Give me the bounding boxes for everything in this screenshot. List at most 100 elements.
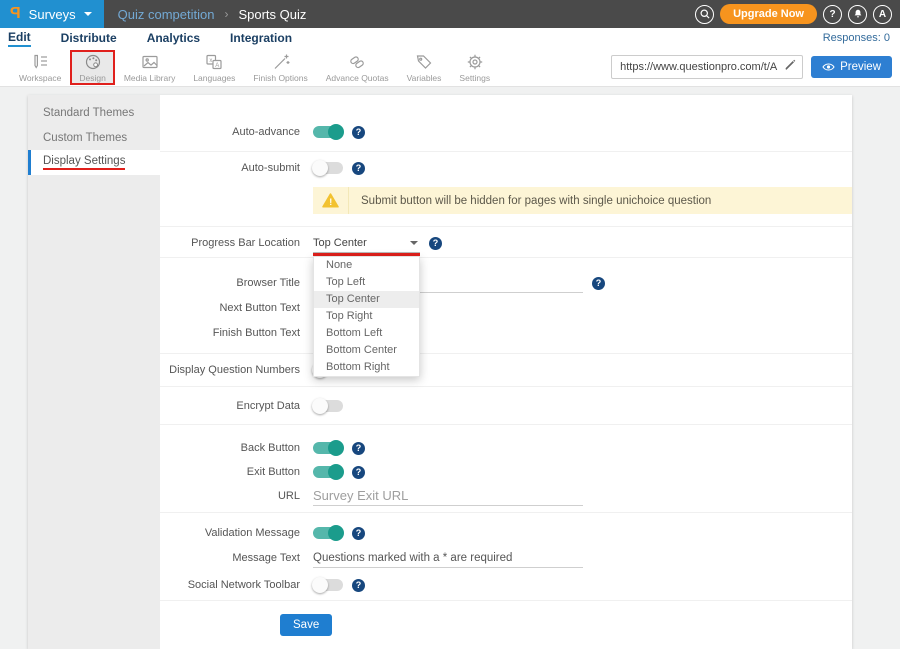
help-icon[interactable]: ? (592, 277, 605, 290)
help-icon[interactable]: ? (352, 527, 365, 540)
tab-integration[interactable]: Integration (230, 30, 292, 46)
responses-count[interactable]: Responses: 0 (823, 32, 890, 44)
dropdown-option-bottom-left[interactable]: Bottom Left (314, 325, 419, 342)
save-button[interactable]: Save (280, 614, 332, 636)
dropdown-option-top-right[interactable]: Top Right (314, 308, 419, 325)
toolbar-item-languages[interactable]: xA Languages (184, 51, 244, 84)
submit-hidden-warning: ! Submit button will be hidden for pages… (313, 187, 852, 214)
auto-submit-row: Auto-submit ? (160, 156, 852, 180)
design-settings-card: Standard Themes Custom Themes Display Se… (28, 95, 852, 649)
help-icon[interactable]: ? (429, 237, 442, 250)
divider (160, 512, 852, 513)
divider (160, 226, 852, 227)
toolbar-item-media-library[interactable]: Media Library (115, 51, 185, 84)
tag-icon (414, 52, 434, 72)
dropdown-option-top-center[interactable]: Top Center (314, 291, 419, 308)
bell-icon (852, 8, 864, 20)
toolbar-item-finish-options[interactable]: Finish Options (244, 51, 316, 84)
design-palette-icon (83, 52, 103, 72)
sidebar-item-standard-themes[interactable]: Standard Themes (28, 100, 160, 125)
toolbar-item-workspace[interactable]: Workspace (10, 51, 70, 84)
help-icon[interactable]: ? (352, 579, 365, 592)
divider (160, 386, 852, 387)
tab-distribute[interactable]: Distribute (61, 30, 117, 46)
progress-bar-location-select[interactable]: Top Center (313, 234, 420, 253)
help-icon[interactable]: ? (352, 162, 365, 175)
divider (160, 353, 852, 354)
breadcrumb-folder[interactable]: Quiz competition (118, 7, 215, 22)
toolbar-item-advance-quotas[interactable]: Advance Quotas (317, 51, 398, 84)
next-button-text-row: Next Button Text (160, 296, 852, 320)
help-icon[interactable]: ? (352, 466, 365, 479)
exit-button-toggle[interactable] (313, 466, 343, 478)
workspace-icon (30, 52, 50, 72)
dropdown-option-top-left[interactable]: Top Left (314, 274, 419, 291)
svg-text:!: ! (329, 197, 332, 207)
survey-nav: Edit Distribute Analytics Integration Re… (0, 28, 900, 48)
top-bar: P Surveys Quiz competition › Sports Quiz… (0, 0, 900, 28)
share-url-input[interactable] (620, 61, 778, 73)
breadcrumb-survey-name: Sports Quiz (238, 7, 306, 22)
edit-toolbar: Workspace Design Media Library xA Langua… (0, 48, 900, 87)
tab-analytics[interactable]: Analytics (147, 30, 200, 46)
surveys-menu-label: Surveys (29, 7, 76, 22)
help-icon[interactable]: ? (352, 442, 365, 455)
edit-url-pencil-icon[interactable] (784, 58, 796, 76)
progress-bar-location-row: Progress Bar Location Top Center None To… (160, 231, 852, 255)
notifications-button[interactable] (848, 5, 867, 24)
breadcrumb-separator: › (224, 7, 228, 21)
preview-button[interactable]: Preview (811, 56, 892, 78)
divider (160, 257, 852, 258)
chain-links-icon (347, 52, 367, 72)
message-text-input[interactable] (313, 549, 583, 568)
share-url-field (611, 55, 803, 79)
validation-message-toggle[interactable] (313, 527, 343, 539)
exit-url-row: URL (160, 484, 852, 508)
svg-text:x: x (210, 57, 213, 63)
chevron-down-icon (410, 241, 418, 245)
progress-bar-location-dropdown: None Top Left Top Center Top Right Botto… (313, 256, 420, 377)
languages-icon: xA (204, 52, 224, 72)
tab-edit[interactable]: Edit (8, 29, 31, 47)
help-icon[interactable]: ? (352, 126, 365, 139)
encrypt-data-row: Encrypt Data (160, 394, 852, 418)
divider (160, 424, 852, 425)
auto-submit-toggle[interactable] (313, 162, 343, 174)
display-question-numbers-row: Display Question Numbers (160, 358, 852, 382)
display-settings-panel: Auto-advance ? Auto-submit ? ! Submit bu… (160, 95, 852, 649)
upgrade-now-button[interactable]: Upgrade Now (720, 4, 817, 24)
gear-icon (465, 52, 485, 72)
toolbar-item-variables[interactable]: Variables (398, 51, 451, 84)
toolbar-item-settings[interactable]: Settings (450, 51, 499, 84)
breadcrumb: Quiz competition › Sports Quiz (118, 7, 307, 22)
sidebar-item-custom-themes[interactable]: Custom Themes (28, 125, 160, 150)
warning-triangle-icon: ! (322, 193, 339, 208)
validation-message-row: Validation Message ? (160, 521, 852, 545)
media-library-icon (140, 52, 160, 72)
back-button-toggle[interactable] (313, 442, 343, 454)
app-logo-menu[interactable]: P Surveys (0, 0, 104, 28)
sidebar-item-display-settings[interactable]: Display Settings (28, 150, 160, 175)
search-button[interactable] (695, 5, 714, 24)
browser-title-row: Browser Title ? (160, 271, 852, 295)
chevron-down-icon (84, 12, 92, 16)
dropdown-option-none[interactable]: None (314, 257, 419, 274)
toolbar-item-design[interactable]: Design (70, 50, 114, 85)
dropdown-option-bottom-right[interactable]: Bottom Right (314, 359, 419, 376)
encrypt-data-toggle[interactable] (313, 400, 343, 412)
eye-icon (822, 62, 835, 72)
divider (160, 600, 852, 601)
auto-advance-toggle[interactable] (313, 126, 343, 138)
themes-sidebar: Standard Themes Custom Themes Display Se… (28, 95, 160, 649)
search-icon (699, 8, 711, 20)
back-button-row: Back Button ? (160, 436, 852, 460)
social-network-toolbar-row: Social Network Toolbar ? (160, 573, 852, 597)
dropdown-option-bottom-center[interactable]: Bottom Center (314, 342, 419, 359)
help-button[interactable]: ? (823, 5, 842, 24)
finish-button-text-row: Finish Button Text (160, 321, 852, 345)
exit-url-input[interactable] (313, 487, 583, 506)
divider (160, 151, 852, 152)
message-text-row: Message Text (160, 546, 852, 570)
social-network-toolbar-toggle[interactable] (313, 579, 343, 591)
avatar[interactable]: A (873, 5, 892, 24)
